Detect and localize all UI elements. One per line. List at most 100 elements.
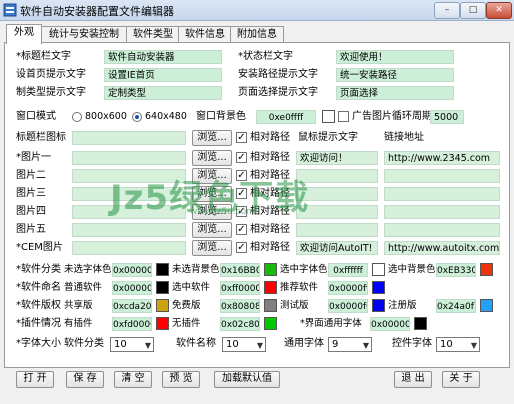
color-swatch[interactable] — [264, 317, 277, 330]
custom-type-tip-label: 制类型提示文字 — [16, 87, 86, 98]
image-link-input[interactable] — [384, 169, 500, 183]
color-item-label: 测试版 — [280, 300, 309, 311]
page-select-tip-input[interactable]: 页面选择 — [336, 86, 454, 100]
image-link-input[interactable]: http://www.autoitx.com — [384, 241, 500, 255]
image-hover-text-input[interactable] — [296, 223, 378, 237]
image-link-input[interactable] — [384, 205, 500, 219]
image-row-label: *图片一 — [16, 152, 51, 163]
font-name-select[interactable]: 10 ▼ — [222, 337, 266, 352]
title-icon-browse-button[interactable]: 浏览... — [192, 130, 232, 146]
image-link-input[interactable] — [384, 223, 500, 237]
tab-appearance[interactable]: 外观 — [6, 24, 42, 44]
tab-stats-install[interactable]: 统计与安装控制 — [40, 26, 128, 43]
title-icon-relative-checkbox[interactable]: ✓ — [236, 132, 247, 143]
image-browse-button[interactable]: 浏览... — [192, 222, 232, 238]
image-relative-label: 相对路径 — [250, 152, 290, 163]
color-swatch[interactable] — [156, 263, 169, 276]
color-value-input[interactable]: 0x0000f6 — [328, 299, 368, 313]
load-default-button[interactable]: 加载默认值 — [214, 371, 280, 388]
title-icon-input[interactable] — [72, 131, 186, 145]
color-swatch[interactable] — [414, 317, 427, 330]
image-path-input[interactable] — [72, 241, 186, 255]
color-swatch[interactable] — [372, 281, 385, 294]
status-text-input[interactable]: 欢迎使用！ — [336, 50, 454, 64]
clear-button[interactable]: 清 空 — [114, 371, 152, 388]
image-relative-label: 相对路径 — [250, 242, 290, 253]
font-size-label: *字体大小 — [16, 338, 61, 349]
color-value-input[interactable]: 0xcda20c — [112, 299, 152, 313]
minimize-button[interactable]: – — [434, 2, 460, 19]
color-swatch[interactable] — [264, 263, 277, 276]
title-icon-label: 标题栏图标 — [16, 132, 66, 143]
homepage-tip-input[interactable]: 设置IE首页 — [104, 68, 222, 82]
custom-type-tip-input[interactable]: 定制类型 — [104, 86, 222, 100]
color-value-input[interactable]: 0x000000 — [112, 281, 152, 295]
ad-cycle-checkbox[interactable] — [338, 111, 349, 122]
font-category-select[interactable]: 10 ▼ — [110, 337, 154, 352]
image-hover-text-input[interactable]: 欢迎访问AutoIT! — [296, 241, 378, 255]
tab-software-type[interactable]: 软件类型 — [126, 26, 180, 43]
mode-800-radio[interactable] — [72, 112, 82, 122]
color-swatch[interactable] — [372, 299, 385, 312]
color-item-label: 选中字体色 — [280, 264, 328, 275]
exit-button[interactable]: 退 出 — [394, 371, 432, 388]
tab-software-info[interactable]: 软件信息 — [178, 26, 232, 43]
image-browse-button[interactable]: 浏览... — [192, 150, 232, 166]
font-general-select[interactable]: 9 ▼ — [328, 337, 372, 352]
close-button[interactable]: ✕ — [486, 2, 512, 19]
color-value-input[interactable]: 0x808080 — [220, 299, 260, 313]
font-control-select[interactable]: 10 ▼ — [436, 337, 480, 352]
homepage-tip-label: 设首页提示文字 — [16, 69, 86, 80]
about-button[interactable]: 关 于 — [442, 371, 480, 388]
color-swatch[interactable] — [264, 281, 277, 294]
color-swatch[interactable] — [372, 263, 385, 276]
chevron-down-icon: ▼ — [362, 341, 369, 350]
title-text-input[interactable]: 软件自动安装器 — [104, 50, 222, 64]
open-button[interactable]: 打 开 — [16, 371, 54, 388]
color-swatch[interactable] — [156, 281, 169, 294]
install-path-tip-input[interactable]: 统一安装路径 — [336, 68, 454, 82]
image-path-input[interactable] — [72, 151, 186, 165]
window-bg-swatch[interactable] — [322, 110, 335, 123]
maximize-button[interactable]: □ — [460, 2, 486, 19]
color-value-input[interactable]: 0x02c800 — [220, 317, 260, 331]
color-item-label: 未选背景色 — [172, 264, 220, 275]
save-button[interactable]: 保 存 — [66, 371, 104, 388]
color-swatch[interactable] — [264, 299, 277, 312]
color-value-input[interactable]: 0x000000 — [112, 263, 152, 277]
title-icon-relative-label: 相对路径 — [250, 132, 290, 143]
color-value-input[interactable]: 0xff0000 — [220, 281, 260, 295]
image-browse-button[interactable]: 浏览... — [192, 240, 232, 256]
mode-640-radio[interactable] — [132, 112, 142, 122]
image-link-input[interactable]: http://www.2345.com — [384, 151, 500, 165]
window-bg-input[interactable]: 0xe0ffff — [256, 110, 316, 124]
tab-extra-info[interactable]: 附加信息 — [230, 26, 284, 43]
mode-640-label: 640x480 — [145, 111, 187, 122]
image-link-input[interactable] — [384, 187, 500, 201]
color-item-label: 无插件 — [172, 318, 201, 329]
color-value-input[interactable]: 0x24a0f7 — [436, 299, 476, 313]
color-value-input[interactable]: 0x16BB09 — [220, 263, 260, 277]
color-value-input[interactable]: 0xfd0000 — [112, 317, 152, 331]
color-item-label: 有插件 — [64, 318, 93, 329]
color-value-input[interactable]: 0x0000ff — [328, 281, 368, 295]
image-relative-checkbox[interactable]: ✓ — [236, 242, 247, 253]
color-row-label: *软件分类 — [16, 264, 61, 275]
color-item-label: 选中软件 — [172, 282, 211, 293]
color-row-label: *软件命名 — [16, 282, 61, 293]
color-swatch[interactable] — [156, 299, 169, 312]
color-value-input[interactable]: 0x000000 — [370, 317, 410, 331]
color-item-label: 选中背景色 — [388, 264, 436, 275]
preview-button[interactable]: 预 览 — [162, 371, 200, 388]
color-value-input[interactable]: 0xEB330C — [436, 263, 476, 277]
ad-cycle-input[interactable]: 5000 — [430, 110, 464, 124]
color-swatch[interactable] — [480, 263, 493, 276]
color-value-input[interactable]: 0xffffff — [328, 263, 368, 277]
color-swatch[interactable] — [156, 317, 169, 330]
image-path-input[interactable] — [72, 223, 186, 237]
image-relative-checkbox[interactable]: ✓ — [236, 152, 247, 163]
image-relative-checkbox[interactable]: ✓ — [236, 224, 247, 235]
image-hover-text-input[interactable]: 欢迎访问！ — [296, 151, 378, 165]
chevron-down-icon: ▼ — [144, 341, 151, 350]
color-swatch[interactable] — [480, 299, 493, 312]
